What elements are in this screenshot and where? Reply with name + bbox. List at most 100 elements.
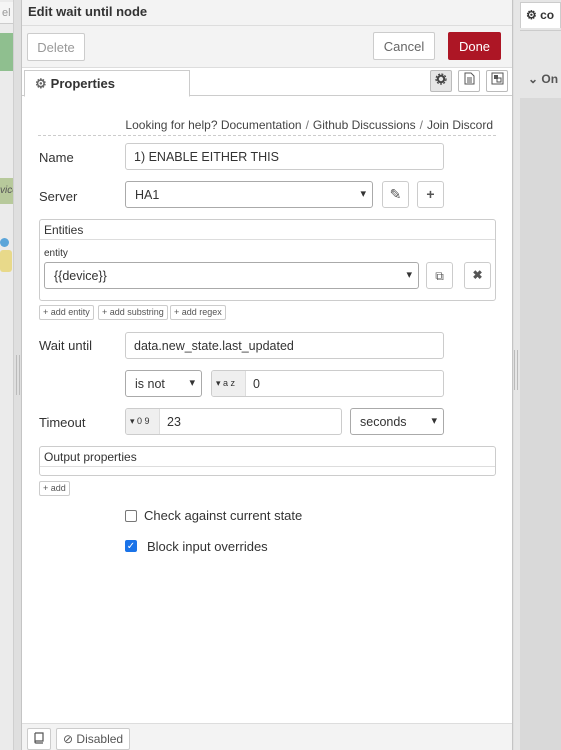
comparator-select[interactable]: is not ▾ [125, 370, 202, 397]
flow-node-fragment[interactable] [0, 33, 13, 71]
divider [40, 239, 495, 240]
block-input-overrides-label: Block input overrides [147, 539, 268, 554]
comparator-select-value: is not [135, 377, 165, 391]
check-current-state-label: Check against current state [144, 508, 303, 523]
file-text-icon [464, 72, 474, 85]
close-icon: ✖ [472, 268, 483, 282]
object-group-icon [491, 72, 503, 85]
divider [40, 466, 495, 467]
add-entity-label: add entity [50, 307, 90, 317]
left-resize-handle[interactable] [16, 355, 20, 395]
entities-title: Entities [44, 223, 84, 237]
chevron-down-icon: ▾ [189, 377, 195, 389]
sidebar-tab-label: co [540, 8, 555, 22]
gear-icon [435, 73, 447, 85]
plus-icon: + [102, 307, 108, 317]
timeout-input[interactable]: ▾ 0 9 23 [125, 408, 342, 435]
node-port-dot [0, 238, 9, 247]
type-selector[interactable]: ▾ 0 9 [126, 409, 160, 434]
cancel-button[interactable]: Cancel [373, 32, 435, 60]
disable-node-toggle[interactable]: ⊘ Disabled [56, 728, 131, 750]
add-output-label: add [50, 483, 66, 493]
workspace-tab-fragment[interactable]: el [0, 2, 13, 24]
help-link-discord[interactable]: Join Discord [427, 118, 493, 132]
copy-entity-button[interactable]: ⧉ [426, 262, 453, 289]
help-separator: / [419, 118, 423, 132]
name-label: Name [39, 150, 74, 165]
sidebar-body [520, 98, 561, 750]
node-help-button[interactable] [27, 728, 51, 750]
compare-value-input[interactable]: ▾ a z 0 [211, 370, 444, 397]
entity-select[interactable]: {{device}} ▾ [44, 262, 419, 289]
output-properties-title: Output properties [44, 450, 137, 464]
done-button[interactable]: Done [448, 32, 501, 60]
type-selector[interactable]: ▾ a z [212, 371, 246, 396]
name-input[interactable]: 1) ENABLE EITHER THIS [125, 143, 444, 170]
entity-select-value: {{device}} [54, 269, 107, 283]
plus-icon: + [174, 307, 180, 317]
settings-tab-icon[interactable] [430, 70, 452, 92]
right-resize-handle[interactable] [514, 350, 518, 390]
add-server-button[interactable]: + [417, 181, 444, 208]
chevron-down-icon: ▾ [431, 415, 437, 427]
entity-sublabel: entity [44, 248, 68, 259]
chevron-down-icon: ▾ [360, 188, 366, 200]
number-type-icon: 0 9 [137, 416, 150, 426]
timeout-unit-select[interactable]: seconds ▾ [350, 408, 444, 435]
divider [38, 135, 496, 136]
appearance-tab-icon[interactable] [486, 70, 508, 92]
sidebar-section-fragment[interactable]: ⌄ On [520, 62, 561, 98]
add-substring-label: add substring [109, 307, 164, 317]
plus-icon: + [43, 483, 49, 493]
help-separator: / [305, 118, 309, 132]
tray-footer: ⊘ Disabled [22, 723, 512, 750]
help-link-github[interactable]: Github Discussions [313, 118, 416, 132]
gear-icon: ⚙ [526, 8, 537, 22]
check-icon: ✓ [126, 541, 136, 552]
help-links: Looking for help? Documentation / Github D… [125, 118, 493, 132]
tray-title: Edit wait until node [22, 0, 512, 26]
description-tab-icon[interactable] [458, 70, 480, 92]
check-current-state-checkbox[interactable] [125, 510, 137, 522]
server-select-value: HA1 [135, 188, 160, 202]
server-label: Server [39, 189, 78, 204]
flow-node-fragment-yellow[interactable] [0, 250, 12, 272]
divider [520, 30, 561, 31]
caret-down-icon: ▾ [216, 378, 221, 388]
wait-until-input[interactable]: data.new_state.last_updated [125, 332, 444, 359]
timeout-unit-value: seconds [360, 415, 407, 429]
sidebar-tab-fragment[interactable]: ⚙ co [520, 2, 561, 28]
help-link-documentation[interactable]: Documentation [221, 118, 302, 132]
pencil-icon: ✎ [389, 186, 402, 202]
disabled-label: Disabled [76, 732, 124, 746]
help-prefix: Looking for help? [125, 118, 218, 132]
add-regex-button[interactable]: + add regex [170, 305, 226, 320]
tray-tabs: ⚙ Properties [22, 68, 512, 97]
edit-server-button[interactable]: ✎ [382, 181, 409, 208]
sidebar-section-label: On [541, 72, 559, 86]
add-entity-button[interactable]: + add entity [39, 305, 94, 320]
delete-button[interactable]: Delete [27, 33, 85, 61]
chevron-down-icon: ▾ [406, 269, 412, 281]
tray-toolbar: Delete Cancel Done [22, 26, 512, 68]
add-regex-label: add regex [181, 307, 222, 317]
ban-icon: ⊘ [63, 732, 74, 746]
add-output-button[interactable]: + add [39, 481, 70, 496]
entities-group: Entities entity {{device}} ▾ ⧉ ✖ [39, 219, 496, 301]
compare-value: 0 [253, 377, 260, 391]
timeout-label: Timeout [39, 415, 86, 430]
remove-entity-button[interactable]: ✖ [464, 262, 491, 289]
tab-properties[interactable]: ⚙ Properties [24, 70, 190, 97]
plus-icon: + [43, 307, 49, 317]
workspace-sliver: el vice [0, 0, 14, 750]
add-substring-button[interactable]: + add substring [98, 305, 168, 320]
server-select[interactable]: HA1 ▾ [125, 181, 373, 208]
plus-icon: + [426, 186, 435, 202]
block-input-overrides-checkbox[interactable]: ✓ [125, 540, 137, 552]
right-sidebar-sliver: ⚙ co ⌄ On [514, 0, 561, 750]
edit-tray: Edit wait until node Delete Cancel Done … [21, 0, 513, 750]
copy-icon: ⧉ [435, 269, 444, 283]
caret-down-icon: ▾ [130, 416, 135, 426]
chevron-down-icon: ⌄ [528, 72, 539, 86]
flow-node-label-fragment[interactable]: vice [0, 178, 13, 204]
